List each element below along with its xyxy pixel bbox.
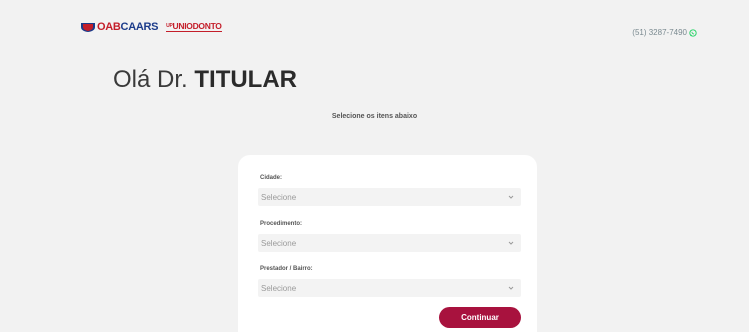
chevron-down-icon xyxy=(508,286,514,290)
chevron-down-icon xyxy=(508,195,514,199)
page-title: Olá Dr. TITULAR xyxy=(113,66,297,94)
uniodonto-logo: UPUNIODONTO xyxy=(166,21,222,32)
procedure-label: Procedimento: xyxy=(260,221,303,227)
city-label: Cidade: xyxy=(260,175,283,181)
greeting-name: TITULAR xyxy=(194,66,298,93)
provider-select-value: Selecione xyxy=(261,283,297,293)
selection-form: Cidade: Selecione Procedimento: Selecion… xyxy=(238,155,537,332)
oab-shield-icon xyxy=(81,23,95,32)
provider-label: Prestador / Bairro: xyxy=(260,266,313,272)
greeting-prefix: Olá Dr. xyxy=(113,66,188,93)
continue-button[interactable]: Continuar xyxy=(439,307,521,328)
procedure-select[interactable]: Selecione xyxy=(258,234,521,252)
city-select[interactable]: Selecione xyxy=(258,188,521,206)
logo-group[interactable]: OABCAARS UPUNIODONTO xyxy=(80,21,222,33)
header: OABCAARS UPUNIODONTO (51) 3287-7490 xyxy=(0,0,749,60)
contact-phone[interactable]: (51) 3287-7490 xyxy=(632,28,697,37)
page: OABCAARS UPUNIODONTO (51) 3287-7490 Olá … xyxy=(0,0,749,332)
whatsapp-icon xyxy=(689,28,697,37)
oab-caars-logo: OABCAARS xyxy=(80,21,159,33)
instruction-text: Selecione os itens abaixo xyxy=(331,113,418,120)
city-select-value: Selecione xyxy=(261,192,297,202)
caars-wordmark: OABCAARS xyxy=(97,21,159,33)
uniodonto-wordmark: UPUNIODONTO xyxy=(166,21,222,32)
logo-oab-text: OAB xyxy=(97,21,121,33)
provider-select[interactable]: Selecione xyxy=(258,279,521,297)
chevron-down-icon xyxy=(508,241,514,245)
procedure-select-value: Selecione xyxy=(261,238,297,248)
logo-caars-text: CAARS xyxy=(120,21,159,33)
logo-uniodonto-text: UNIODONTO xyxy=(172,21,222,31)
contact-phone-text: (51) 3287-7490 xyxy=(632,28,687,37)
